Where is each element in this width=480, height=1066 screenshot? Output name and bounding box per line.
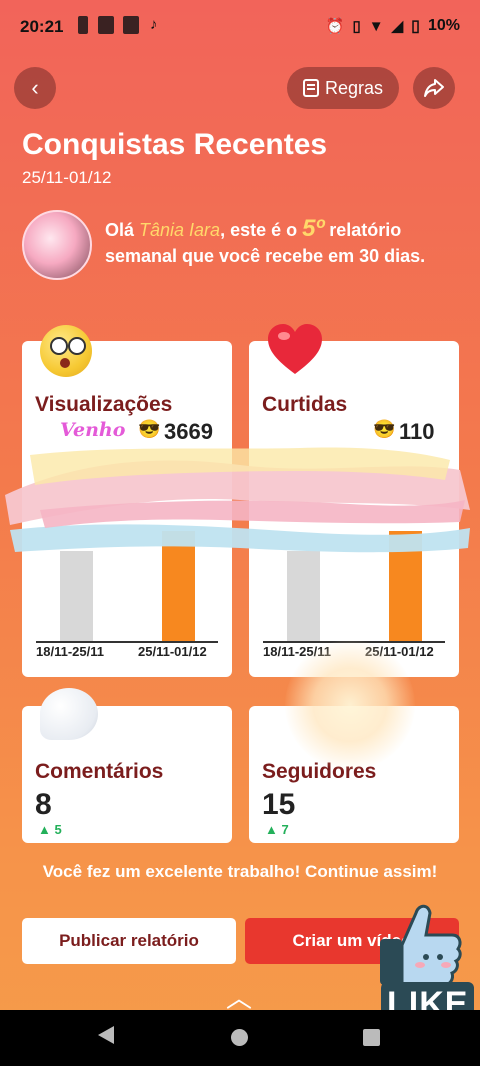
vibrate-icon: ▯ — [352, 18, 361, 35]
document-icon — [302, 79, 319, 97]
views-label: Visualizações — [35, 393, 173, 416]
eye-icon — [50, 337, 68, 355]
signal-icon: ◢ — [391, 18, 404, 35]
scribble-overlay — [5, 447, 470, 553]
comments-label: Comentários — [35, 760, 164, 783]
publish-report-button[interactable]: Publicar relatório — [22, 918, 236, 964]
nav-home-icon[interactable] — [231, 1029, 248, 1046]
mouth-icon — [60, 358, 70, 368]
greeting-middle: , este é o — [220, 220, 303, 240]
status-time: 20:21 — [20, 17, 64, 36]
views-x-label-current: 25/11-01/12 — [138, 644, 207, 659]
chevron-left-icon: ‹ — [31, 75, 39, 100]
status-indicators: ⏰ ▯ ▼ ◢ ▯ 10% — [326, 16, 460, 36]
rules-label: Regras — [324, 77, 384, 98]
sunglasses-emoji-icon: 😎 — [138, 419, 161, 439]
status-bar: 20:21 ♪ ⏰ ▯ ▼ ◢ ▯ 10% — [0, 0, 480, 52]
greeting-text: Olá Tânia Iara, este é o 5º relatório se… — [105, 216, 445, 269]
nav-back-icon[interactable] — [98, 1026, 114, 1044]
comments-delta: ▲ 5 — [38, 822, 62, 837]
notification-icon — [123, 16, 139, 34]
avatar[interactable] — [22, 210, 92, 280]
arrow-up-icon: ▲ — [265, 822, 278, 837]
views-x-label-previous: 18/11-25/11 — [36, 644, 104, 659]
tiktok-icon: ♪ — [150, 16, 158, 33]
eye-icon — [68, 337, 86, 355]
views-axis — [36, 641, 218, 643]
speech-bubble-icon — [40, 688, 98, 740]
screen: 20:21 ♪ ⏰ ▯ ▼ ◢ ▯ 10% ‹ Regras Conquista… — [0, 0, 480, 1066]
followers-delta: ▲ 7 — [265, 822, 289, 837]
notification-icon — [98, 16, 114, 34]
surprised-emoji-icon — [40, 325, 92, 377]
comments-value: 8 — [35, 788, 52, 821]
share-button[interactable] — [413, 67, 455, 109]
greeting-prefix: Olá — [105, 220, 140, 240]
back-button[interactable]: ‹ — [14, 67, 56, 109]
report-number: 5º — [302, 215, 325, 242]
battery-saver-icon — [78, 16, 88, 34]
battery-icon: ▯ — [411, 18, 420, 35]
page-title: Conquistas Recentes — [22, 128, 328, 161]
followers-value: 15 — [262, 788, 296, 821]
battery-percent: 10% — [427, 17, 460, 34]
wifi-icon: ▼ — [368, 17, 384, 35]
share-icon — [424, 79, 444, 97]
comments-delta-value: 5 — [54, 822, 62, 837]
views-sticker: Venho — [60, 419, 126, 441]
likes-label: Curtidas — [262, 393, 348, 416]
date-range: 25/11-01/12 — [22, 168, 112, 187]
alarm-icon: ⏰ — [325, 18, 345, 35]
followers-delta-value: 7 — [281, 822, 289, 837]
heart-icon — [268, 324, 322, 374]
rules-button[interactable]: Regras — [287, 67, 399, 109]
firework-sticker — [285, 640, 415, 770]
user-name: Tânia Iara — [139, 220, 221, 240]
sunglasses-emoji-icon: 😎 — [373, 419, 396, 439]
arrow-up-icon: ▲ — [38, 822, 51, 837]
nav-recents-icon[interactable] — [363, 1029, 380, 1046]
congrats-message: Você fez um excelente trabalho! Continue… — [42, 862, 438, 881]
